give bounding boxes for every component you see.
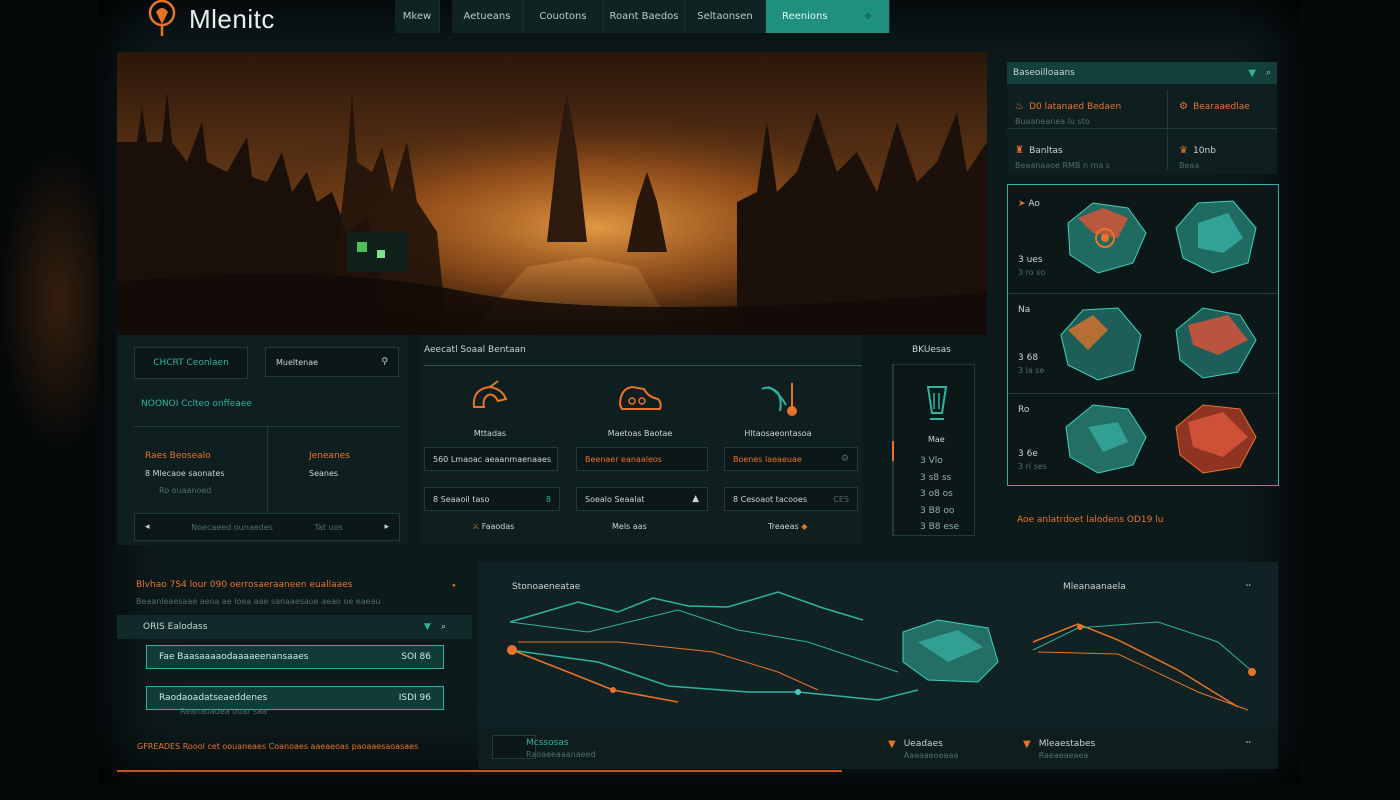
prev-icon[interactable]: ◂ (145, 522, 150, 532)
nav-tab-seltaonsen[interactable]: Seltaonsen (685, 0, 766, 33)
filter-bar[interactable]: ORIS Ealodass ▼ ⌕ (117, 615, 472, 639)
next-icon[interactable]: ▸ (384, 522, 389, 532)
nav-tab-menu[interactable]: Mkew (395, 0, 440, 33)
map-tile-2[interactable] (1168, 193, 1263, 278)
hero-banner (117, 52, 987, 335)
center-panel: Aeecatl Soaal Bentaan Mttadas Maetoas Ba… (420, 335, 862, 545)
flame-icon: ♨ (1015, 101, 1024, 112)
search-icon[interactable]: ⌕ (1266, 68, 1271, 79)
left-col-2: Jeneanes Seanes (309, 451, 350, 478)
center-panel-title: Aeecatl Soaal Bentaan (424, 345, 526, 355)
map-row-3-info: Ro 3 6e 3 ri ses (1018, 405, 1047, 471)
options-dropdown[interactable]: Mueltenae ⚲ (265, 347, 399, 377)
progress-bar (117, 770, 842, 772)
mini-panel-label: Mae (928, 435, 945, 444)
more-icon[interactable]: ⠒ (1245, 739, 1252, 749)
settings-icon: ⚙ (840, 454, 849, 464)
gear-icon: ⚙ (1179, 101, 1188, 112)
left-panel-headline: NOONOI Cclteo onffeaee (141, 399, 252, 409)
map-tile-4[interactable] (1168, 300, 1263, 385)
route-footer-item-2[interactable]: ▼ Ueadaes Aaeaaeoeaaa (888, 739, 958, 760)
city-skyline-illustration (117, 52, 987, 335)
map-tile-5[interactable] (1058, 397, 1153, 477)
left-col-1: Raes Beosealo 8 Mlecaoe saonates Ro ouaa… (145, 451, 225, 495)
route-footer-item-1[interactable]: Mcssosas Raoaeeaaanaeed (526, 738, 596, 759)
triangle-down-icon: ▼ (1023, 739, 1031, 750)
map-tile-3[interactable] (1053, 300, 1148, 385)
stat-item-4: ♛ 10nb Beaa (1179, 145, 1216, 170)
triangle-down-icon: ▼ (888, 739, 896, 750)
map-tile-6[interactable] (1168, 397, 1263, 477)
center-row3-item-2: Mels aas (612, 522, 647, 531)
center-row1-cell-1[interactable]: 560 Lmaoac aeaanmaenaaes (424, 447, 558, 471)
chevron-down-icon[interactable]: ▼ (424, 622, 431, 632)
side-glow (0, 150, 98, 450)
center-row3-item-1: ⚔ Faaodas (472, 522, 515, 531)
result-row-1[interactable]: Fae Baasaaaaodaaaaeenansaaes SOI 86 (146, 645, 444, 669)
triangle-icon: ▲ (692, 494, 699, 504)
sparkle-icon: ✧ (863, 10, 873, 23)
start-button[interactable]: CHCRT Ceonlaen (134, 347, 248, 379)
search-icon[interactable]: ⌕ (441, 622, 446, 632)
bottom-left-title: Blvhao 7S4 lour 090 oerrosaeraaneen eual… (136, 580, 353, 590)
gem-icon: ◆ (801, 522, 808, 531)
stats-panel: Baseoilloaans ▼ ⌕ ♨ D0 latanaed Bedaen B… (1007, 62, 1277, 174)
bottom-left-subtitle: Beaanleaesaae aeoa ae loea aae sanaaesao… (136, 597, 381, 606)
left-panel: CHCRT Ceonlaen Mueltenae ⚲ NOONOI Cclteo… (117, 335, 407, 545)
mini-panel: Mae 3 Vlo 3 s8 ss 3 o8 os 3 B8 oo 3 B8 e… (892, 364, 975, 536)
bottom-left-footer: GFREADES Roool cet oouaneaes Coanoaes aa… (137, 742, 419, 751)
sword-icon: ⚔ (472, 522, 480, 531)
left-panel-footer-bar[interactable]: ◂ Noecaeed ounaedes Tat uos ▸ (134, 513, 400, 541)
route-map-panel: Stonoaeneatae Mleanaanaela ⠒ (478, 562, 1278, 727)
stats-panel-header: Baseoilloaans ▼ ⌕ (1007, 62, 1277, 84)
stat-item-1: ♨ D0 latanaed Bedaen Buaaneanea lu sto (1015, 101, 1122, 126)
item-axe[interactable]: Mttadas (460, 379, 520, 438)
app-title: Mlenitc (189, 3, 275, 34)
main-nav: Mkew Aetueans Couotons Roant Baedos Selt… (395, 0, 890, 33)
maps-grid: ➤ Ao 3 ues 3 ro so Na 3 68 3 la se Ro 3 … (1007, 184, 1279, 486)
item-boot[interactable]: Maetoas Baotae (600, 379, 680, 438)
map-tile-1[interactable] (1058, 193, 1153, 278)
arrow-icon: ➤ (1018, 199, 1026, 209)
trophy-icon: ♜ (1015, 145, 1024, 156)
center-row2-cell-2[interactable]: Soealo Seaalat ▲ (576, 487, 708, 511)
mini-panel-title: BKUesas (912, 345, 951, 355)
stat-item-2: ⚙ Bearaaedlae (1179, 101, 1250, 112)
nav-tab-aetueans[interactable]: Aetueans (452, 0, 523, 33)
nav-tab-reenions[interactable]: Reenions ✧ (766, 0, 890, 33)
stats-panel-title: Baseoilloaans (1013, 68, 1075, 78)
stat-item-3: ♜ Banltas Beaanaaoe RMB n ma s (1015, 145, 1110, 170)
brand[interactable]: Mlenitc (145, 0, 275, 38)
goblet-icon (926, 386, 948, 420)
pin-icon: ⚲ (381, 357, 388, 367)
route-footer: Mcssosas Raoaeeaaanaeed ▼ Ueadaes Aaeaae… (478, 727, 1278, 769)
shield-logo-icon (148, 0, 176, 36)
nav-tab-couotons[interactable]: Couotons (523, 0, 604, 33)
center-row2-cell-1[interactable]: 8 Seaaoil taso 8 (424, 487, 560, 511)
center-row1-cell-2[interactable]: Beenaer eanaaleos (576, 447, 708, 471)
result-row-2-sub: Reanaoadea ouar saa (180, 707, 267, 716)
mini-panel-values: 3 Vlo 3 s8 ss 3 o8 os 3 B8 oo 3 B8 ese (920, 456, 960, 532)
pin-marker-icon[interactable]: ⬩ (452, 580, 456, 591)
claw-icon (761, 383, 797, 416)
route-footer-item-3[interactable]: ▼ Mleaestabes Raeaeaeaea (1023, 739, 1095, 760)
center-row3-item-3: Treaeas ◆ (768, 522, 808, 531)
route-lines (507, 591, 1256, 711)
map-row-1-info: ➤ Ao 3 ues 3 ro so (1018, 199, 1046, 277)
nav-tab-roant-baedos[interactable]: Roant Baedos (604, 0, 685, 33)
maps-footer: Aoe anlatrdoet lalodens OD19 lu (1017, 515, 1164, 525)
center-row1-cell-3[interactable]: Boenes laeaeuae ⚙ (724, 447, 858, 471)
chevron-down-icon[interactable]: ▼ (1248, 68, 1256, 79)
item-claw[interactable]: Hltaosaeontasoa (738, 379, 818, 438)
axe-icon (472, 380, 508, 408)
cup-icon: ♛ (1179, 145, 1188, 156)
boot-icon (618, 385, 662, 410)
map-row-2-info: Na 3 68 3 la se (1018, 305, 1045, 375)
center-row2-cell-3[interactable]: 8 Cesoaot tacooes CES (724, 487, 858, 511)
